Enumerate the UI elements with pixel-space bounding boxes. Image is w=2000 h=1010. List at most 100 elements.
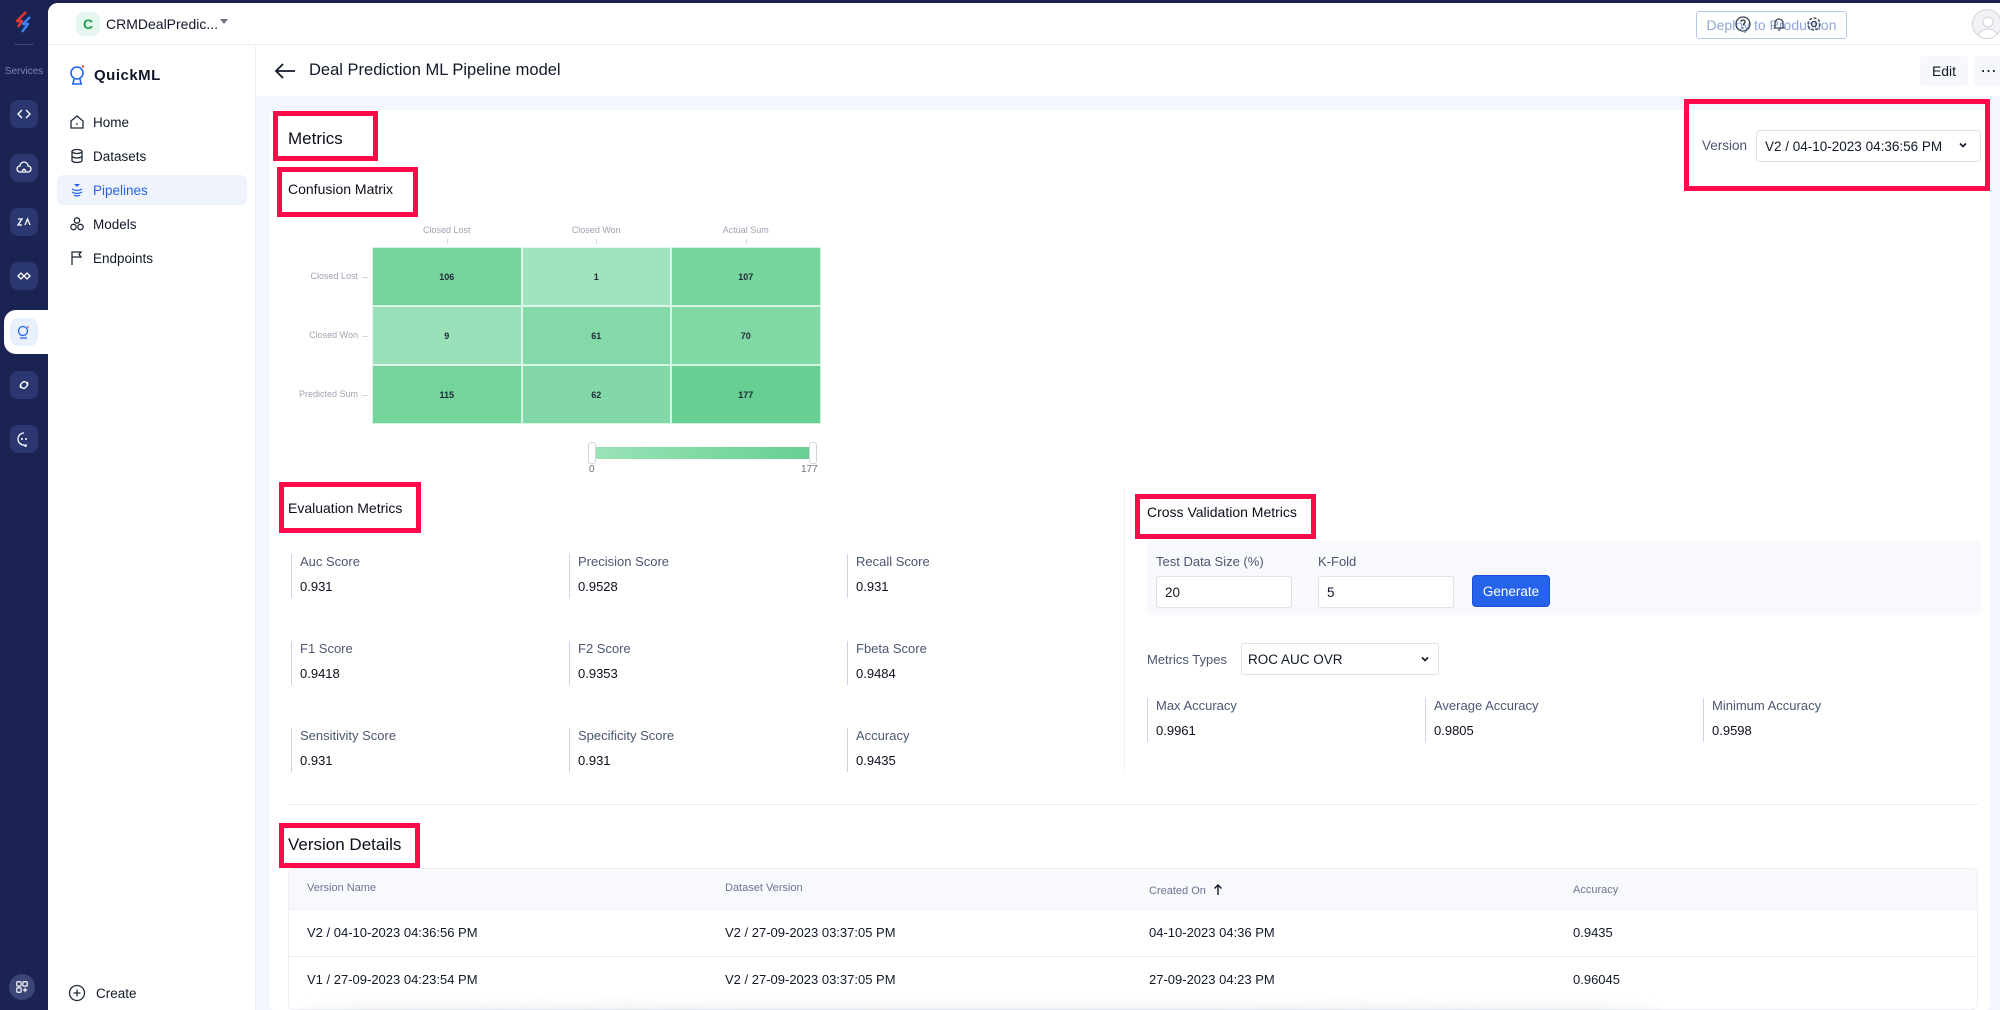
metric-value: 0.9418 — [300, 666, 340, 681]
help-icon[interactable] — [1734, 15, 1752, 33]
heatmap-y-tick-label: Closed Lost — [310, 270, 358, 281]
cell-accuracy: 0.9435 — [1573, 925, 1613, 940]
rail-code-button[interactable] — [10, 100, 38, 128]
bell-icon[interactable] — [1770, 15, 1788, 33]
rail-chatbot-button[interactable] — [10, 425, 38, 453]
column-header-created-on[interactable]: Created On — [1149, 884, 1223, 897]
app-window: C CRMDealPredic... Deploy to Production … — [48, 3, 2000, 1010]
color-scale-min-handle[interactable] — [588, 442, 596, 464]
heatmap-y-tick-label: Closed Won — [309, 329, 358, 340]
project-selector[interactable]: CRMDealPredic... — [106, 16, 218, 32]
metric-auc-score: Auc Score 0.931 — [291, 554, 360, 598]
test-data-size-label: Test Data Size (%) — [1156, 554, 1264, 569]
cell-version-name: V1 / 27-09-2023 04:23:54 PM — [307, 972, 478, 987]
models-icon — [69, 216, 85, 232]
heatmap-cell[interactable]: 70 — [671, 306, 821, 365]
rail-quickml-button[interactable] — [10, 318, 38, 346]
cell-accuracy: 0.96045 — [1573, 972, 1620, 987]
section-divider — [1124, 488, 1125, 770]
heatmap-y-tick — [362, 394, 368, 396]
stat-max-accuracy: Max Accuracy 0.9961 — [1147, 698, 1237, 742]
quickml-icon — [17, 325, 29, 339]
heatmap-cell[interactable]: 177 — [671, 365, 821, 424]
heatmap-x-tick — [446, 239, 448, 244]
metric-value: 0.931 — [578, 753, 611, 768]
sidebar-item-pipelines[interactable]: Pipelines — [57, 175, 247, 205]
k-fold-label: K-Fold — [1318, 554, 1357, 569]
sidebar-item-endpoints[interactable]: Endpoints — [57, 243, 247, 273]
top-bar: C CRMDealPredic... Deploy to Production — [48, 3, 2000, 45]
sidebar-item-datasets[interactable]: Datasets — [57, 141, 247, 171]
metric-label: Fbeta Score — [856, 641, 927, 656]
more-options-button[interactable]: ⋯ — [1974, 56, 2000, 86]
column-header-dataset-version[interactable]: Dataset Version — [725, 882, 803, 894]
metrics-types-select[interactable]: ROC AUC OVR — [1241, 643, 1439, 675]
zia-icon — [16, 217, 31, 226]
rail-link-button[interactable] — [10, 371, 38, 399]
product-name: QuickML — [94, 67, 161, 84]
rail-zia-button[interactable] — [10, 208, 38, 236]
caret-down-icon[interactable] — [220, 19, 228, 24]
section-divider — [288, 804, 1978, 805]
cross-validation-title: Cross Validation Metrics — [1147, 504, 1297, 520]
back-arrow-icon[interactable] — [274, 62, 296, 80]
table-header: Version Name Dataset Version Created On … — [289, 869, 1977, 909]
sidebar-item-label: Home — [93, 114, 130, 130]
apps-add-icon — [16, 981, 28, 993]
column-header-version-name[interactable]: Version Name — [307, 882, 376, 894]
version-select-value: V2 / 04-10-2023 04:36:56 PM — [1765, 138, 1943, 154]
table-row[interactable]: V2 / 04-10-2023 04:36:56 PM V2 / 27-09-2… — [289, 909, 1977, 956]
cell-version-name: V2 / 04-10-2023 04:36:56 PM — [307, 925, 478, 940]
heatmap-cell[interactable]: 9 — [372, 306, 522, 365]
column-header-label: Created On — [1149, 885, 1206, 897]
sort-ascending-icon[interactable] — [1213, 884, 1223, 896]
rail-cloud-button[interactable] — [10, 154, 38, 182]
evaluation-metrics-title: Evaluation Metrics — [288, 500, 403, 516]
color-scale-max-handle[interactable] — [809, 442, 817, 464]
color-scale-min-label: 0 — [589, 464, 595, 475]
stat-average-accuracy: Average Accuracy 0.9805 — [1425, 698, 1539, 742]
metric-label: Auc Score — [300, 554, 360, 569]
version-select[interactable]: V2 / 04-10-2023 04:36:56 PM — [1756, 130, 1981, 162]
stat-label: Max Accuracy — [1156, 698, 1237, 713]
cell-dataset-version: V2 / 27-09-2023 03:37:05 PM — [725, 925, 896, 940]
flag-icon — [69, 250, 85, 266]
metric-f1-score: F1 Score 0.9418 — [291, 641, 353, 685]
apps-add-button[interactable] — [9, 974, 35, 1000]
confusion-matrix-title: Confusion Matrix — [288, 181, 394, 197]
column-header-accuracy[interactable]: Accuracy — [1573, 884, 1618, 896]
sidebar-item-label: Models — [93, 216, 137, 232]
heatmap-cell[interactable]: 61 — [521, 306, 671, 365]
services-label: Services — [4, 66, 44, 77]
metric-label: Accuracy — [856, 728, 910, 743]
avatar[interactable] — [1972, 9, 2000, 39]
metric-label: Sensitivity Score — [300, 728, 397, 743]
project-badge[interactable]: C — [76, 12, 100, 36]
heatmap-cell[interactable]: 115 — [372, 365, 522, 424]
heatmap-y-tick — [362, 335, 368, 337]
edit-button[interactable]: Edit — [1920, 56, 1968, 86]
metric-value: 0.9484 — [856, 666, 896, 681]
generate-button[interactable]: Generate — [1472, 575, 1550, 607]
heatmap-cell[interactable]: 107 — [671, 247, 821, 306]
metric-precision-score: Precision Score 0.9528 — [569, 554, 669, 598]
metric-label: Precision Score — [578, 554, 670, 569]
metric-value: 0.931 — [300, 753, 333, 768]
test-data-size-input[interactable]: 20 — [1156, 576, 1292, 608]
heatmap-cell[interactable]: 1 — [521, 247, 671, 306]
heatmap-cell[interactable]: 106 — [372, 247, 522, 306]
stat-value: 0.9598 — [1712, 723, 1752, 738]
catalyst-logo-icon[interactable] — [12, 10, 36, 34]
metric-recall-score: Recall Score 0.931 — [847, 554, 930, 598]
rail-divider — [14, 44, 34, 45]
sidebar-item-home[interactable]: Home — [57, 107, 247, 137]
metric-value: 0.9353 — [578, 666, 618, 681]
gear-icon[interactable] — [1805, 15, 1823, 33]
heatmap-cell[interactable]: 62 — [521, 365, 671, 424]
create-button[interactable]: Create — [68, 984, 137, 1002]
k-fold-input[interactable]: 5 — [1318, 576, 1454, 608]
stat-minimum-accuracy: Minimum Accuracy 0.9598 — [1703, 698, 1821, 742]
metric-f2-score: F2 Score 0.9353 — [569, 641, 631, 685]
rail-sync-button[interactable] — [10, 262, 38, 290]
sidebar-item-models[interactable]: Models — [57, 209, 247, 239]
